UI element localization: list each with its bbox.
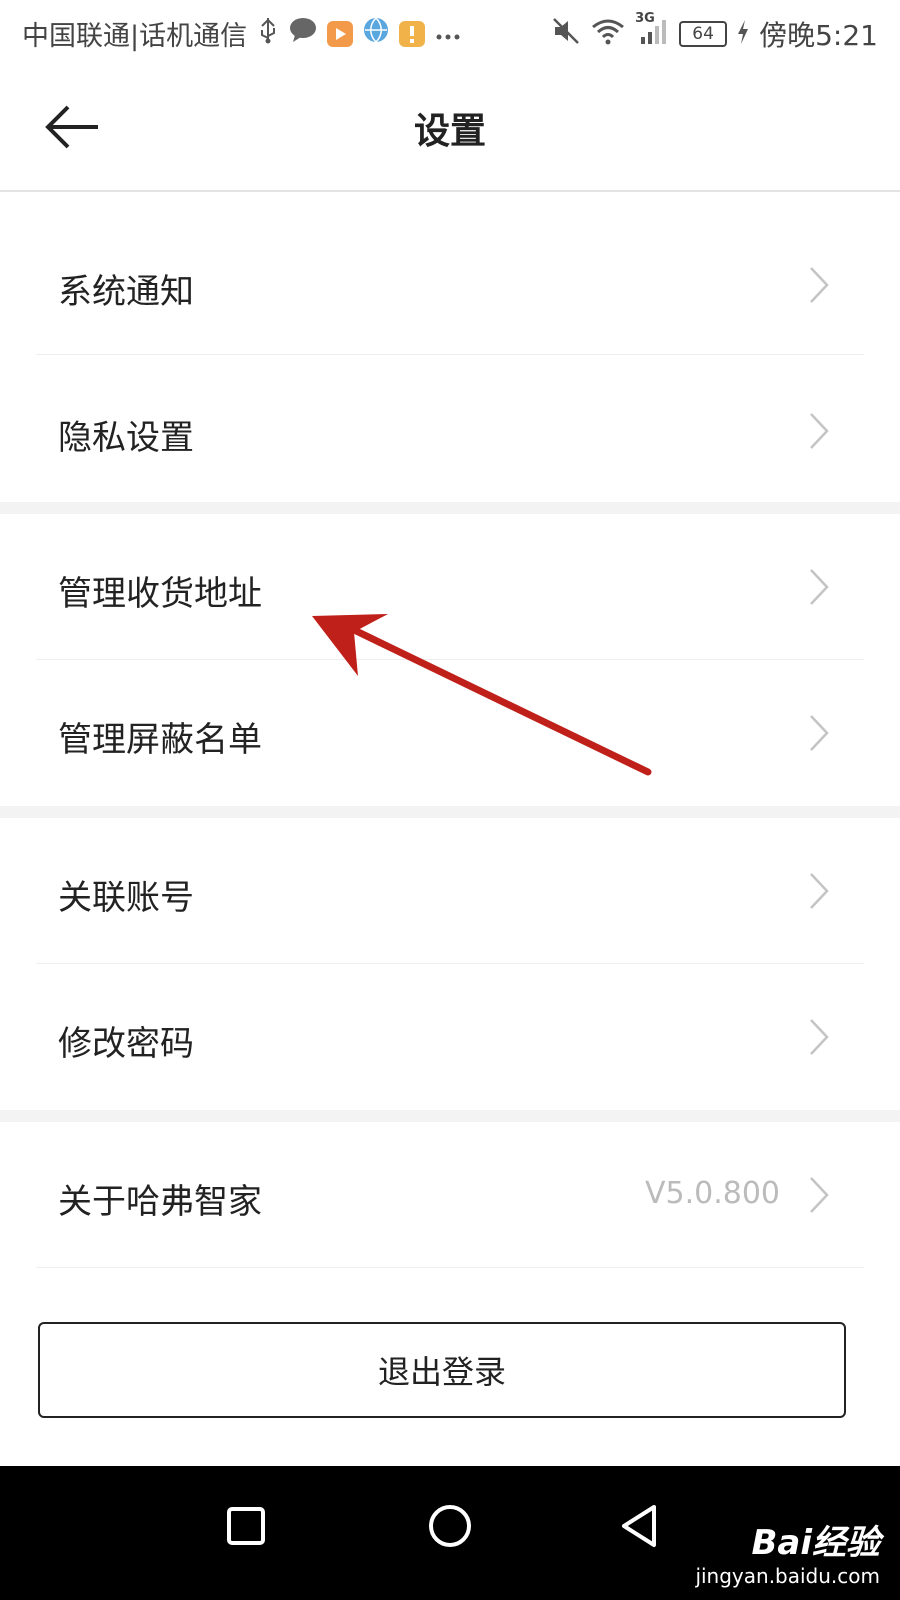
circle-icon xyxy=(429,1505,471,1547)
logout-button[interactable]: 退出登录 xyxy=(38,1322,846,1418)
network-type: 3G xyxy=(635,10,655,26)
back-nav-button[interactable] xyxy=(610,1496,670,1556)
settings-item-system-notifications[interactable]: 系统通知 xyxy=(0,212,900,358)
chevron-right-icon xyxy=(810,413,829,449)
browser-app-icon xyxy=(363,17,389,50)
chevron-right-icon xyxy=(810,1019,829,1055)
settings-item-change-password[interactable]: 修改密码 xyxy=(0,964,900,1110)
triangle-back-icon xyxy=(622,1505,656,1547)
header-bar: 设置 xyxy=(0,62,900,192)
section-separator xyxy=(0,806,900,818)
settings-item-label: 修改密码 xyxy=(58,1024,194,1064)
settings-item-label: 关联账号 xyxy=(58,878,194,918)
system-nav-bar: Bai经验 jingyan.baidu.com xyxy=(0,1466,900,1600)
video-app-icon xyxy=(327,20,354,47)
settings-group-3: 关联账号 修改密码 xyxy=(0,818,900,1110)
usb-icon xyxy=(257,16,279,51)
settings-item-linked-accounts[interactable]: 关联账号 xyxy=(0,818,900,964)
chevron-right-icon xyxy=(810,873,829,909)
signal-icon: 3G xyxy=(635,11,669,52)
settings-item-manage-address[interactable]: 管理收货地址 xyxy=(0,514,900,660)
settings-item-manage-blocklist[interactable]: 管理屏蔽名单 xyxy=(0,660,900,806)
chat-icon xyxy=(289,17,317,50)
home-button[interactable] xyxy=(420,1496,480,1556)
charging-icon xyxy=(737,18,749,51)
mute-icon xyxy=(551,16,581,53)
divider xyxy=(36,1267,864,1268)
watermark: Bai经验 jingyan.baidu.com xyxy=(695,1515,880,1588)
square-icon xyxy=(227,1507,265,1545)
section-separator xyxy=(0,502,900,514)
carrier-text: 中国联通|话机通信 xyxy=(22,21,248,52)
page-title: 设置 xyxy=(413,111,486,152)
chevron-right-icon xyxy=(810,267,829,303)
settings-item-label: 关于哈弗智家 xyxy=(58,1182,262,1222)
clock: 傍晚5:21 xyxy=(759,19,878,52)
chevron-right-icon xyxy=(810,569,829,605)
wifi-icon xyxy=(591,17,625,52)
settings-item-label: 管理屏蔽名单 xyxy=(58,720,262,760)
chevron-right-icon xyxy=(810,715,829,751)
battery-indicator: 64 xyxy=(679,21,728,47)
notes-app-icon xyxy=(399,20,426,47)
watermark-logo: Bai经验 xyxy=(751,1523,880,1563)
settings-item-privacy[interactable]: 隐私设置 xyxy=(0,358,900,502)
recent-apps-button[interactable] xyxy=(216,1496,276,1556)
settings-item-label: 隐私设置 xyxy=(58,418,194,458)
chevron-right-icon xyxy=(810,1177,829,1213)
settings-group-4: 关于哈弗智家 V5.0.800 xyxy=(0,1122,900,1282)
settings-group-1: 系统通知 隐私设置 xyxy=(0,192,900,502)
settings-item-about[interactable]: 关于哈弗智家 V5.0.800 xyxy=(0,1122,900,1268)
watermark-url: jingyan.baidu.com xyxy=(695,1564,880,1588)
status-bar: 中国联通|话机通信 3G 64 傍晚5:21 xyxy=(0,0,900,62)
more-notifications-icon xyxy=(435,18,461,49)
divider xyxy=(36,354,864,355)
section-separator xyxy=(0,1110,900,1122)
settings-item-label: 系统通知 xyxy=(58,272,194,312)
settings-item-label: 管理收货地址 xyxy=(58,574,262,614)
settings-group-2: 管理收货地址 管理屏蔽名单 xyxy=(0,514,900,806)
app-version: V5.0.800 xyxy=(644,1176,780,1211)
